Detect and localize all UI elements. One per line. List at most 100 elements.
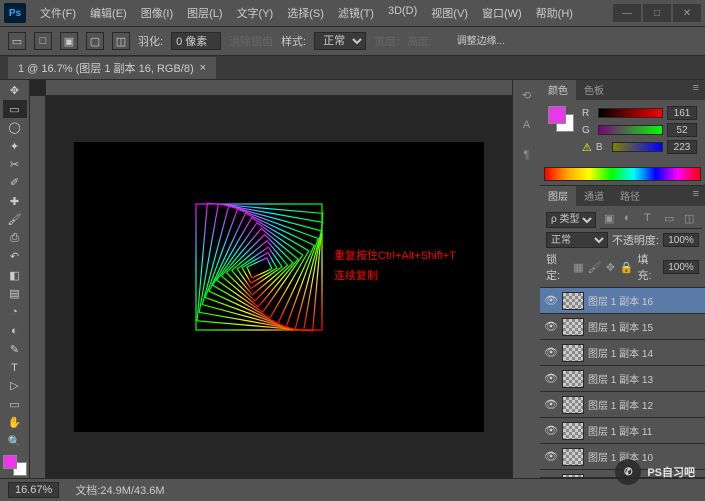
zoom-tool[interactable]: 🔍	[3, 433, 27, 450]
visibility-icon[interactable]: 👁	[544, 294, 558, 308]
brush-tool[interactable]: 🖌	[3, 211, 27, 228]
menu-help[interactable]: 帮助(H)	[530, 2, 579, 24]
doc-tab-close-icon[interactable]: ×	[200, 62, 206, 74]
r-input[interactable]	[667, 106, 697, 120]
canvas-document[interactable]: 重复按住Ctrl+Alt+Shift+T 连续复制	[74, 142, 484, 432]
layer-row[interactable]: 👁图层 1 副本 13	[540, 366, 705, 392]
color-preview[interactable]	[548, 106, 574, 132]
zoom-readout[interactable]: 16.67%	[8, 482, 59, 498]
menu-window[interactable]: 窗口(W)	[476, 2, 528, 24]
r-slider[interactable]	[598, 108, 663, 118]
filter-shape-icon[interactable]: ▭	[664, 212, 678, 226]
b-input[interactable]	[667, 140, 697, 154]
hue-ramp[interactable]	[544, 167, 701, 181]
blur-tool[interactable]: ◔	[3, 303, 27, 320]
lasso-tool[interactable]: ◯	[3, 119, 27, 136]
color-tab[interactable]: 颜色	[540, 80, 576, 100]
layer-thumbnail[interactable]	[562, 318, 584, 336]
pen-tool[interactable]: ✎	[3, 340, 27, 357]
history-brush-tool[interactable]: ↶	[3, 248, 27, 265]
menu-layer[interactable]: 图层(L)	[181, 2, 228, 24]
menu-image[interactable]: 图像(I)	[135, 2, 179, 24]
marquee-tool[interactable]: ▭	[3, 100, 27, 117]
lock-all-icon[interactable]: 🔒	[620, 260, 634, 274]
heal-tool[interactable]: ✚	[3, 193, 27, 210]
gradient-tool[interactable]: ▤	[3, 285, 27, 302]
fg-preview[interactable]	[548, 106, 566, 124]
visibility-icon[interactable]: 👁	[544, 424, 558, 438]
layer-thumbnail[interactable]	[562, 422, 584, 440]
ruler-horizontal[interactable]	[46, 80, 512, 96]
layer-thumbnail[interactable]	[562, 474, 584, 478]
layers-panel-menu-icon[interactable]: ≡	[687, 186, 705, 206]
layer-thumbnail[interactable]	[562, 448, 584, 466]
type-tool[interactable]: T	[3, 359, 27, 376]
character-panel-icon[interactable]: A	[516, 114, 538, 136]
paragraph-panel-icon[interactable]: ¶	[516, 144, 538, 166]
layer-row[interactable]: 👁图层 1 副本 15	[540, 314, 705, 340]
sel-sub-icon[interactable]: ▢	[86, 32, 104, 50]
menu-view[interactable]: 视图(V)	[425, 2, 474, 24]
layer-row[interactable]: 👁图层 1 副本 12	[540, 392, 705, 418]
marquee-icon[interactable]: ▭	[8, 32, 26, 50]
shape-tool[interactable]: ▭	[3, 396, 27, 413]
feather-input[interactable]	[171, 32, 221, 50]
filter-image-icon[interactable]: ▣	[604, 212, 618, 226]
visibility-icon[interactable]: 👁	[544, 320, 558, 334]
layer-list[interactable]: 👁图层 1 副本 16👁图层 1 副本 15👁图层 1 副本 14👁图层 1 副…	[540, 288, 705, 477]
layer-row[interactable]: 👁图层 1 副本 14	[540, 340, 705, 366]
canvas-viewport[interactable]: 重复按住Ctrl+Alt+Shift+T 连续复制	[46, 96, 512, 478]
fill-input[interactable]	[663, 260, 699, 274]
crop-tool[interactable]: ✂	[3, 156, 27, 173]
visibility-icon[interactable]: 👁	[544, 398, 558, 412]
stamp-tool[interactable]: ⎙	[3, 230, 27, 247]
lock-move-icon[interactable]: ✥	[604, 260, 618, 274]
eyedropper-tool[interactable]: ✐	[3, 174, 27, 191]
visibility-icon[interactable]: 👁	[544, 346, 558, 360]
sel-add-icon[interactable]: ▣	[60, 32, 78, 50]
menu-select[interactable]: 选择(S)	[281, 2, 330, 24]
b-slider[interactable]	[612, 142, 663, 152]
visibility-icon[interactable]: 👁	[544, 476, 558, 478]
visibility-icon[interactable]: 👁	[544, 372, 558, 386]
hand-tool[interactable]: ✋	[3, 414, 27, 431]
layer-row[interactable]: 👁图层 1 副本 11	[540, 418, 705, 444]
lock-trans-icon[interactable]: ▦	[572, 260, 586, 274]
layer-thumbnail[interactable]	[562, 370, 584, 388]
wand-tool[interactable]: ✦	[3, 137, 27, 154]
style-select[interactable]: 正常	[314, 32, 366, 50]
layer-thumbnail[interactable]	[562, 396, 584, 414]
g-slider[interactable]	[598, 125, 663, 135]
layer-kind-select[interactable]: ρ 类型	[546, 212, 596, 228]
layer-thumbnail[interactable]	[562, 344, 584, 362]
refine-edge-button[interactable]: 调整边缘...	[457, 32, 505, 47]
dodge-tool[interactable]: ◐	[3, 322, 27, 339]
blend-mode-select[interactable]: 正常	[546, 232, 608, 248]
swatches-tab[interactable]: 色板	[576, 80, 612, 100]
eraser-tool[interactable]: ◧	[3, 267, 27, 284]
document-tab[interactable]: 1 @ 16.7% (图层 1 副本 16, RGB/8) ×	[8, 57, 216, 79]
maximize-button[interactable]: □	[643, 4, 671, 22]
filter-adjust-icon[interactable]: ◐	[624, 212, 638, 226]
menu-file[interactable]: 文件(F)	[34, 2, 82, 24]
menu-edit[interactable]: 编辑(E)	[84, 2, 133, 24]
color-panel-menu-icon[interactable]: ≡	[687, 80, 705, 100]
layer-thumbnail[interactable]	[562, 292, 584, 310]
move-tool[interactable]: ✥	[3, 82, 27, 99]
menu-3d[interactable]: 3D(D)	[382, 2, 423, 24]
channels-tab[interactable]: 通道	[576, 186, 612, 206]
opacity-input[interactable]	[663, 233, 699, 247]
sel-new-icon[interactable]: □	[34, 32, 52, 50]
layer-row[interactable]: 👁图层 1 副本 16	[540, 288, 705, 314]
layers-tab[interactable]: 图层	[540, 186, 576, 206]
minimize-button[interactable]: —	[613, 4, 641, 22]
history-panel-icon[interactable]: ⟲	[516, 84, 538, 106]
close-button[interactable]: ✕	[673, 4, 701, 22]
foreground-color[interactable]	[3, 455, 17, 469]
ruler-vertical[interactable]	[30, 96, 46, 478]
lock-paint-icon[interactable]: 🖌	[588, 260, 602, 274]
visibility-icon[interactable]: 👁	[544, 450, 558, 464]
menu-type[interactable]: 文字(Y)	[231, 2, 280, 24]
paths-tab[interactable]: 路径	[612, 186, 648, 206]
path-tool[interactable]: ▷	[3, 377, 27, 394]
